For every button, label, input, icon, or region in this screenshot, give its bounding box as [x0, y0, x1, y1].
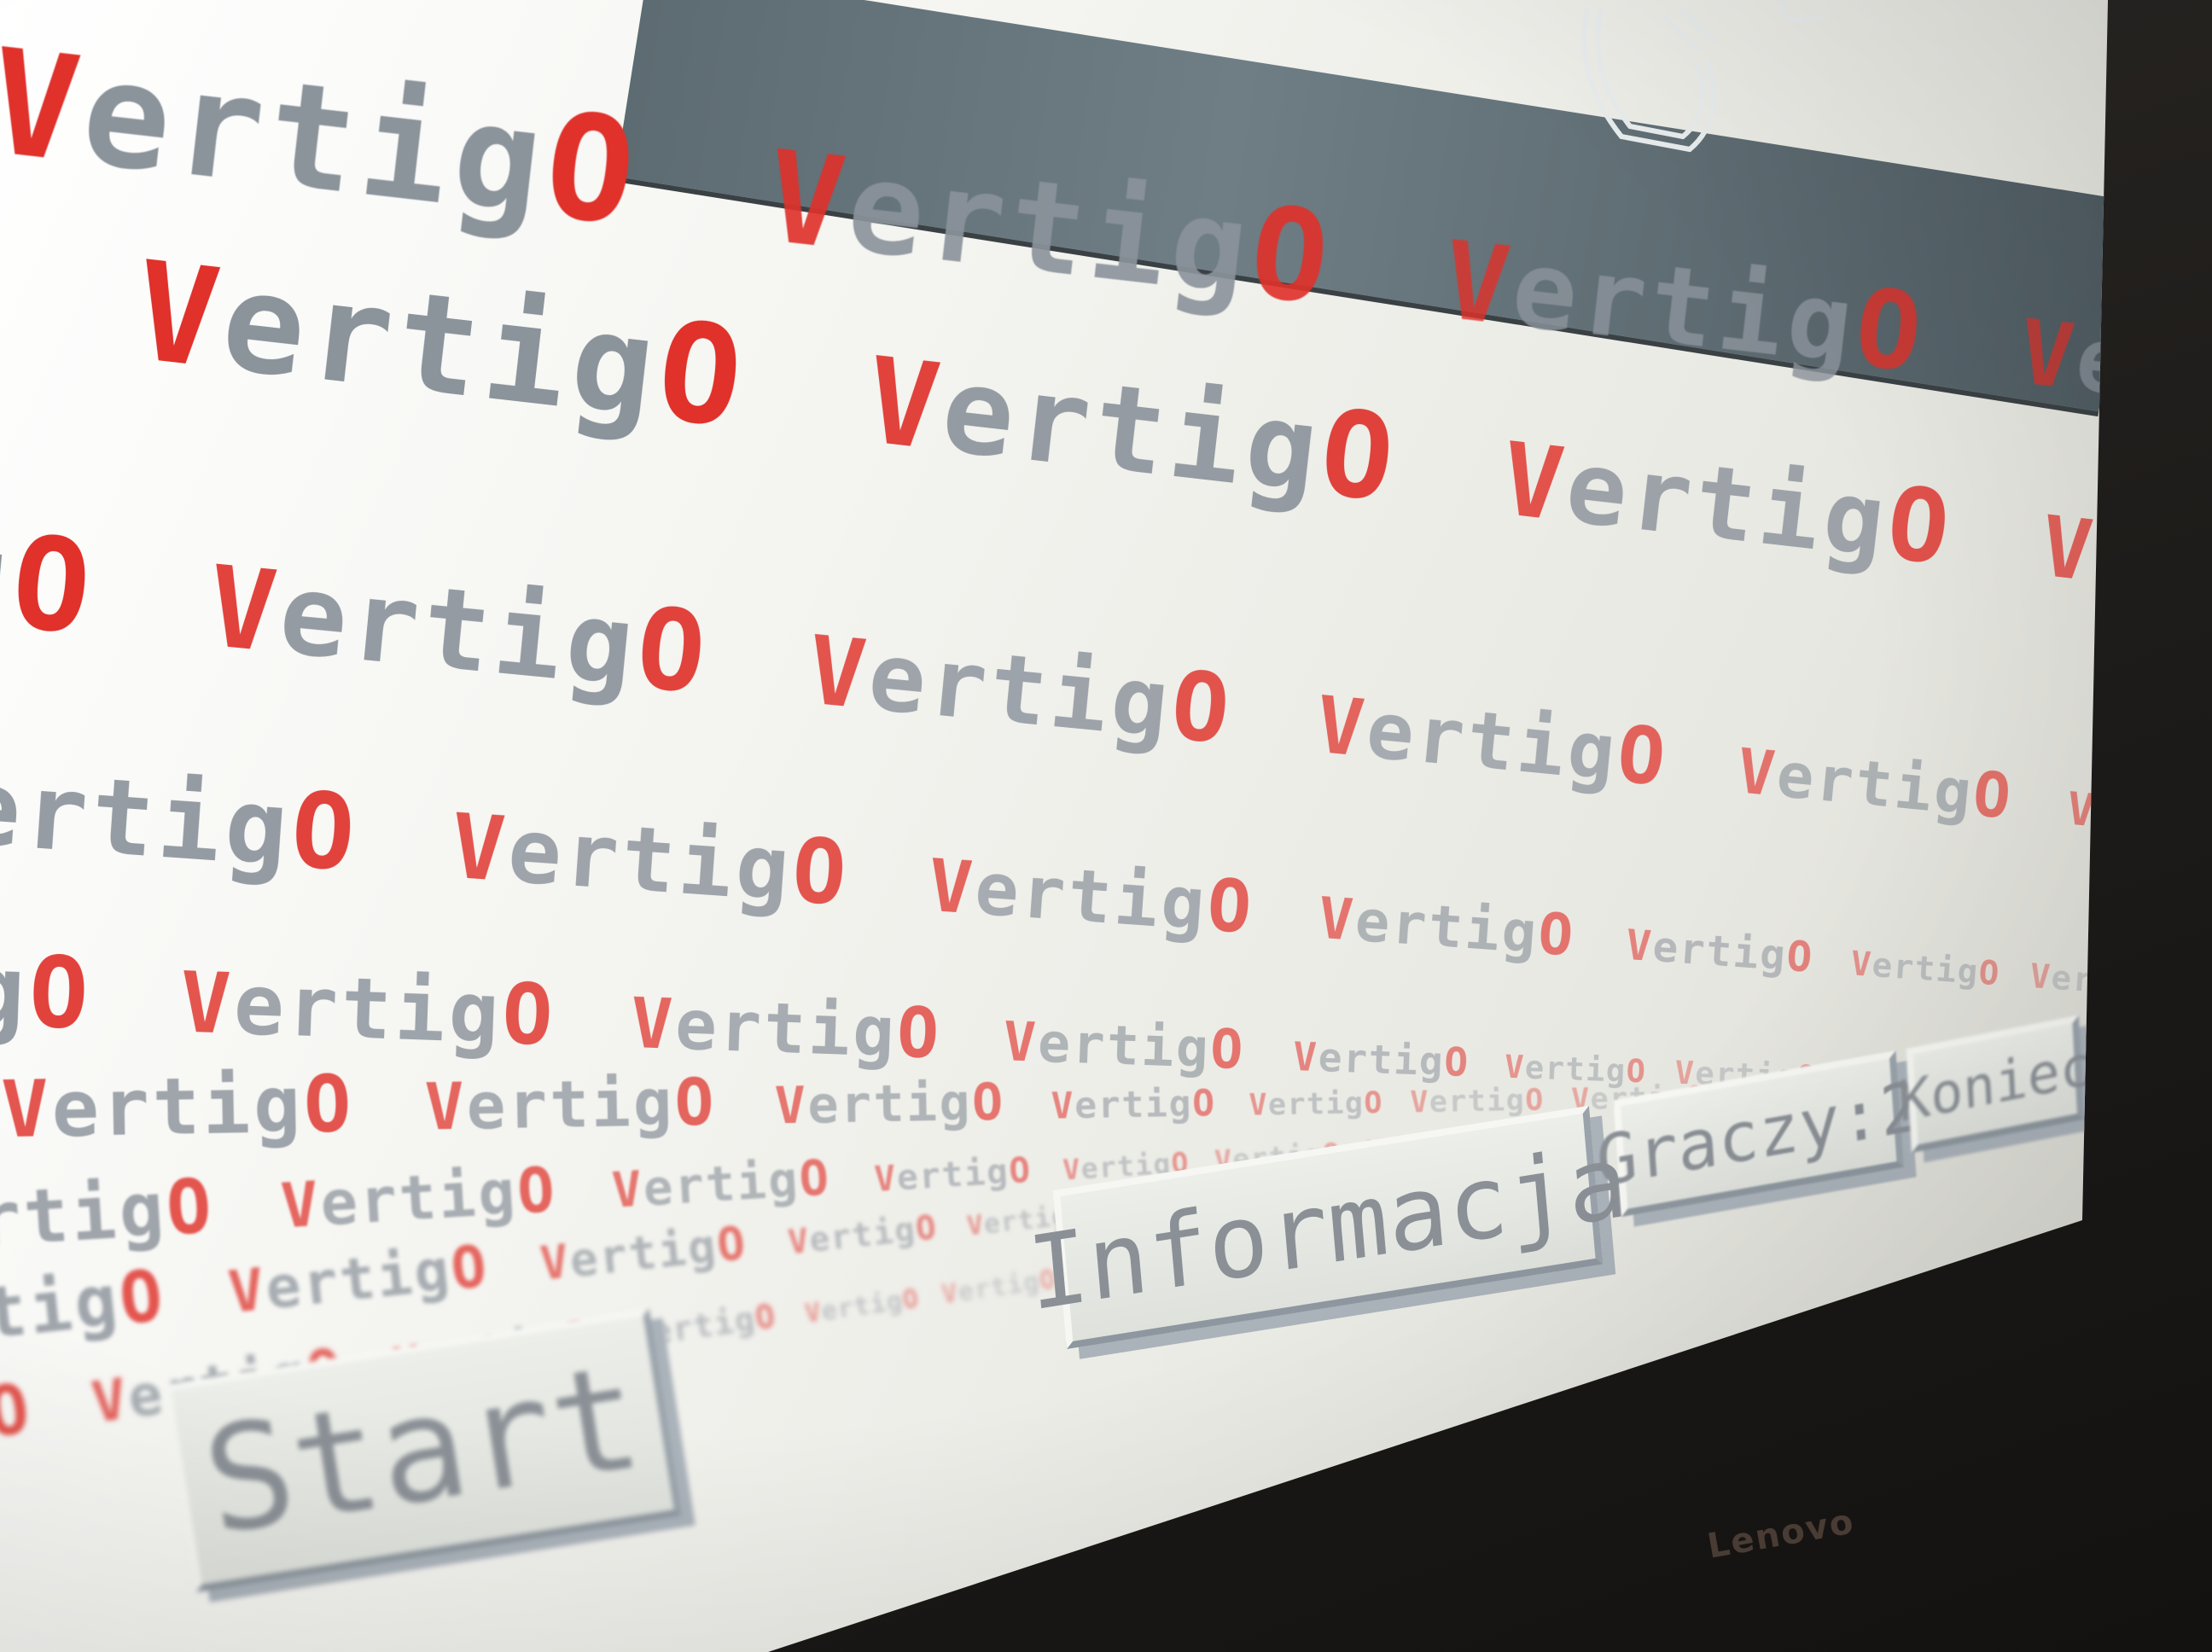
wordmark-tile: VertigO — [1624, 920, 1816, 983]
wordmark-tile: VertigO — [925, 843, 1257, 951]
wordmark-tile: VertigO — [0, 746, 363, 895]
end-button-label: Koniec — [1896, 1032, 2094, 1135]
wordmark-tile: VertigO — [0, 1368, 37, 1453]
wordmark-tile: VertigO — [0, 17, 649, 259]
wordmark-tile: VertigO — [0, 468, 102, 665]
wordmark-tile: VertigO — [1734, 735, 2017, 833]
wordmark-tile: VertigO — [1496, 419, 1959, 589]
wordmark-tile: VertigO — [1316, 884, 1578, 969]
wordmark-tile: VertigO — [803, 1283, 922, 1329]
wordmark-tile: VertigO — [1437, 217, 1932, 397]
photo-stage: VertigOVertigOVertigOVertigOVertigOVerti… — [0, 0, 2212, 1652]
wordmark-tile: VertigO — [447, 794, 853, 927]
wordmark-tile: VertigO — [202, 540, 716, 719]
wordmark-tile: VertigO — [803, 615, 1238, 766]
wordmark-tile: VertigO — [0, 924, 95, 1052]
wordmark-tile: VertigO — [859, 331, 1406, 529]
wordmark-tile: VertigO — [127, 230, 756, 459]
header-artwork-icon — [1581, 0, 1827, 153]
wordmark-tile: VertigO — [1312, 678, 1673, 804]
